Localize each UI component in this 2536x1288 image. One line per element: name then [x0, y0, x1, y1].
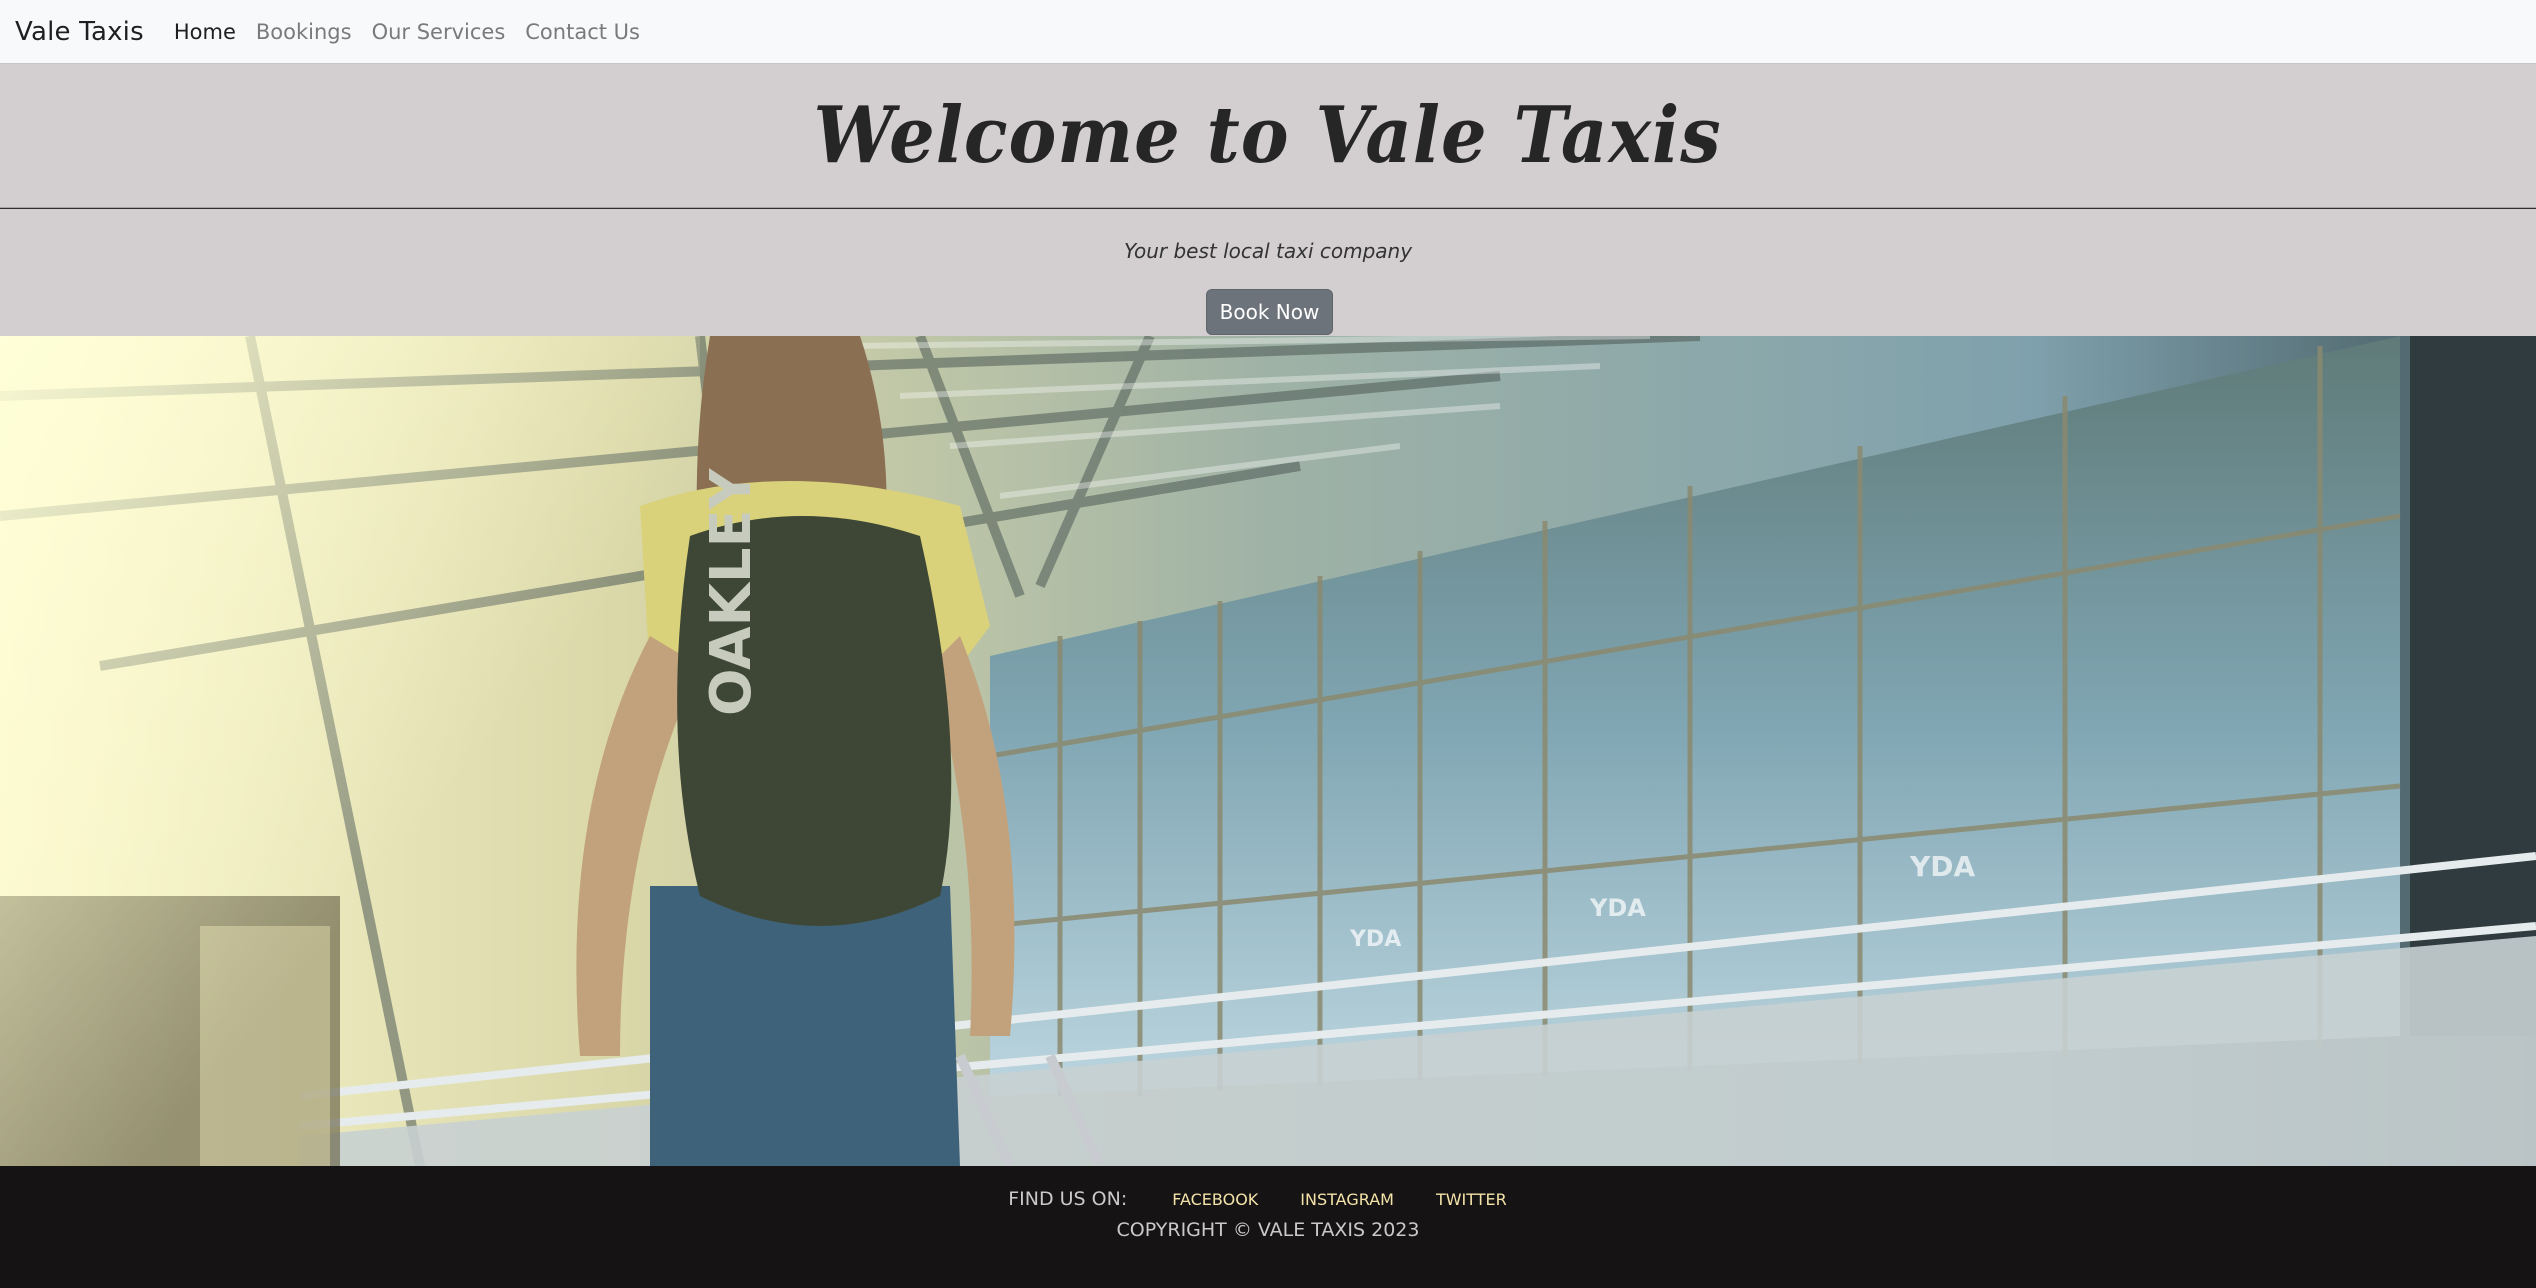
nav-bookings[interactable]: Bookings [256, 20, 352, 44]
nav-contact-us[interactable]: Contact Us [525, 20, 640, 44]
find-us-label: FIND US ON: [1008, 1188, 1128, 1210]
nav-our-services[interactable]: Our Services [372, 20, 506, 44]
brand-link[interactable]: Vale Taxis [15, 17, 144, 47]
footer: FIND US ON: FACEBOOK INSTAGRAM TWITTER C… [0, 1166, 2536, 1288]
social-row: FIND US ON: FACEBOOK INSTAGRAM TWITTER [0, 1188, 2536, 1210]
signage-text-2: YDA [1589, 894, 1646, 922]
hero-illustration: OAKLEY YDA YDA YDA [0, 336, 2536, 1166]
welcome-band: Welcome to Vale Taxis [0, 64, 2536, 208]
tagline-band: Your best local taxi company Book Now [0, 209, 2536, 336]
backpack-logo-text: OAKLEY [699, 467, 764, 716]
nav-home[interactable]: Home [174, 20, 236, 44]
twitter-link[interactable]: TWITTER [1436, 1190, 1507, 1209]
instagram-link[interactable]: INSTAGRAM [1300, 1190, 1394, 1209]
signage-text-3: YDA [1909, 850, 1976, 883]
tagline: Your best local taxi company [1123, 239, 1413, 263]
copyright-text: COPYRIGHT © VALE TAXIS 2023 [1116, 1219, 1420, 1241]
book-now-button[interactable]: Book Now [1206, 289, 1333, 335]
signage-text-1: YDA [1349, 927, 1401, 952]
facebook-link[interactable]: FACEBOOK [1172, 1190, 1258, 1209]
page-title: Welcome to Vale Taxis [813, 90, 1723, 181]
navbar: Vale Taxis Home Bookings Our Services Co… [0, 0, 2536, 64]
hero-image: OAKLEY YDA YDA YDA [0, 336, 2536, 1166]
